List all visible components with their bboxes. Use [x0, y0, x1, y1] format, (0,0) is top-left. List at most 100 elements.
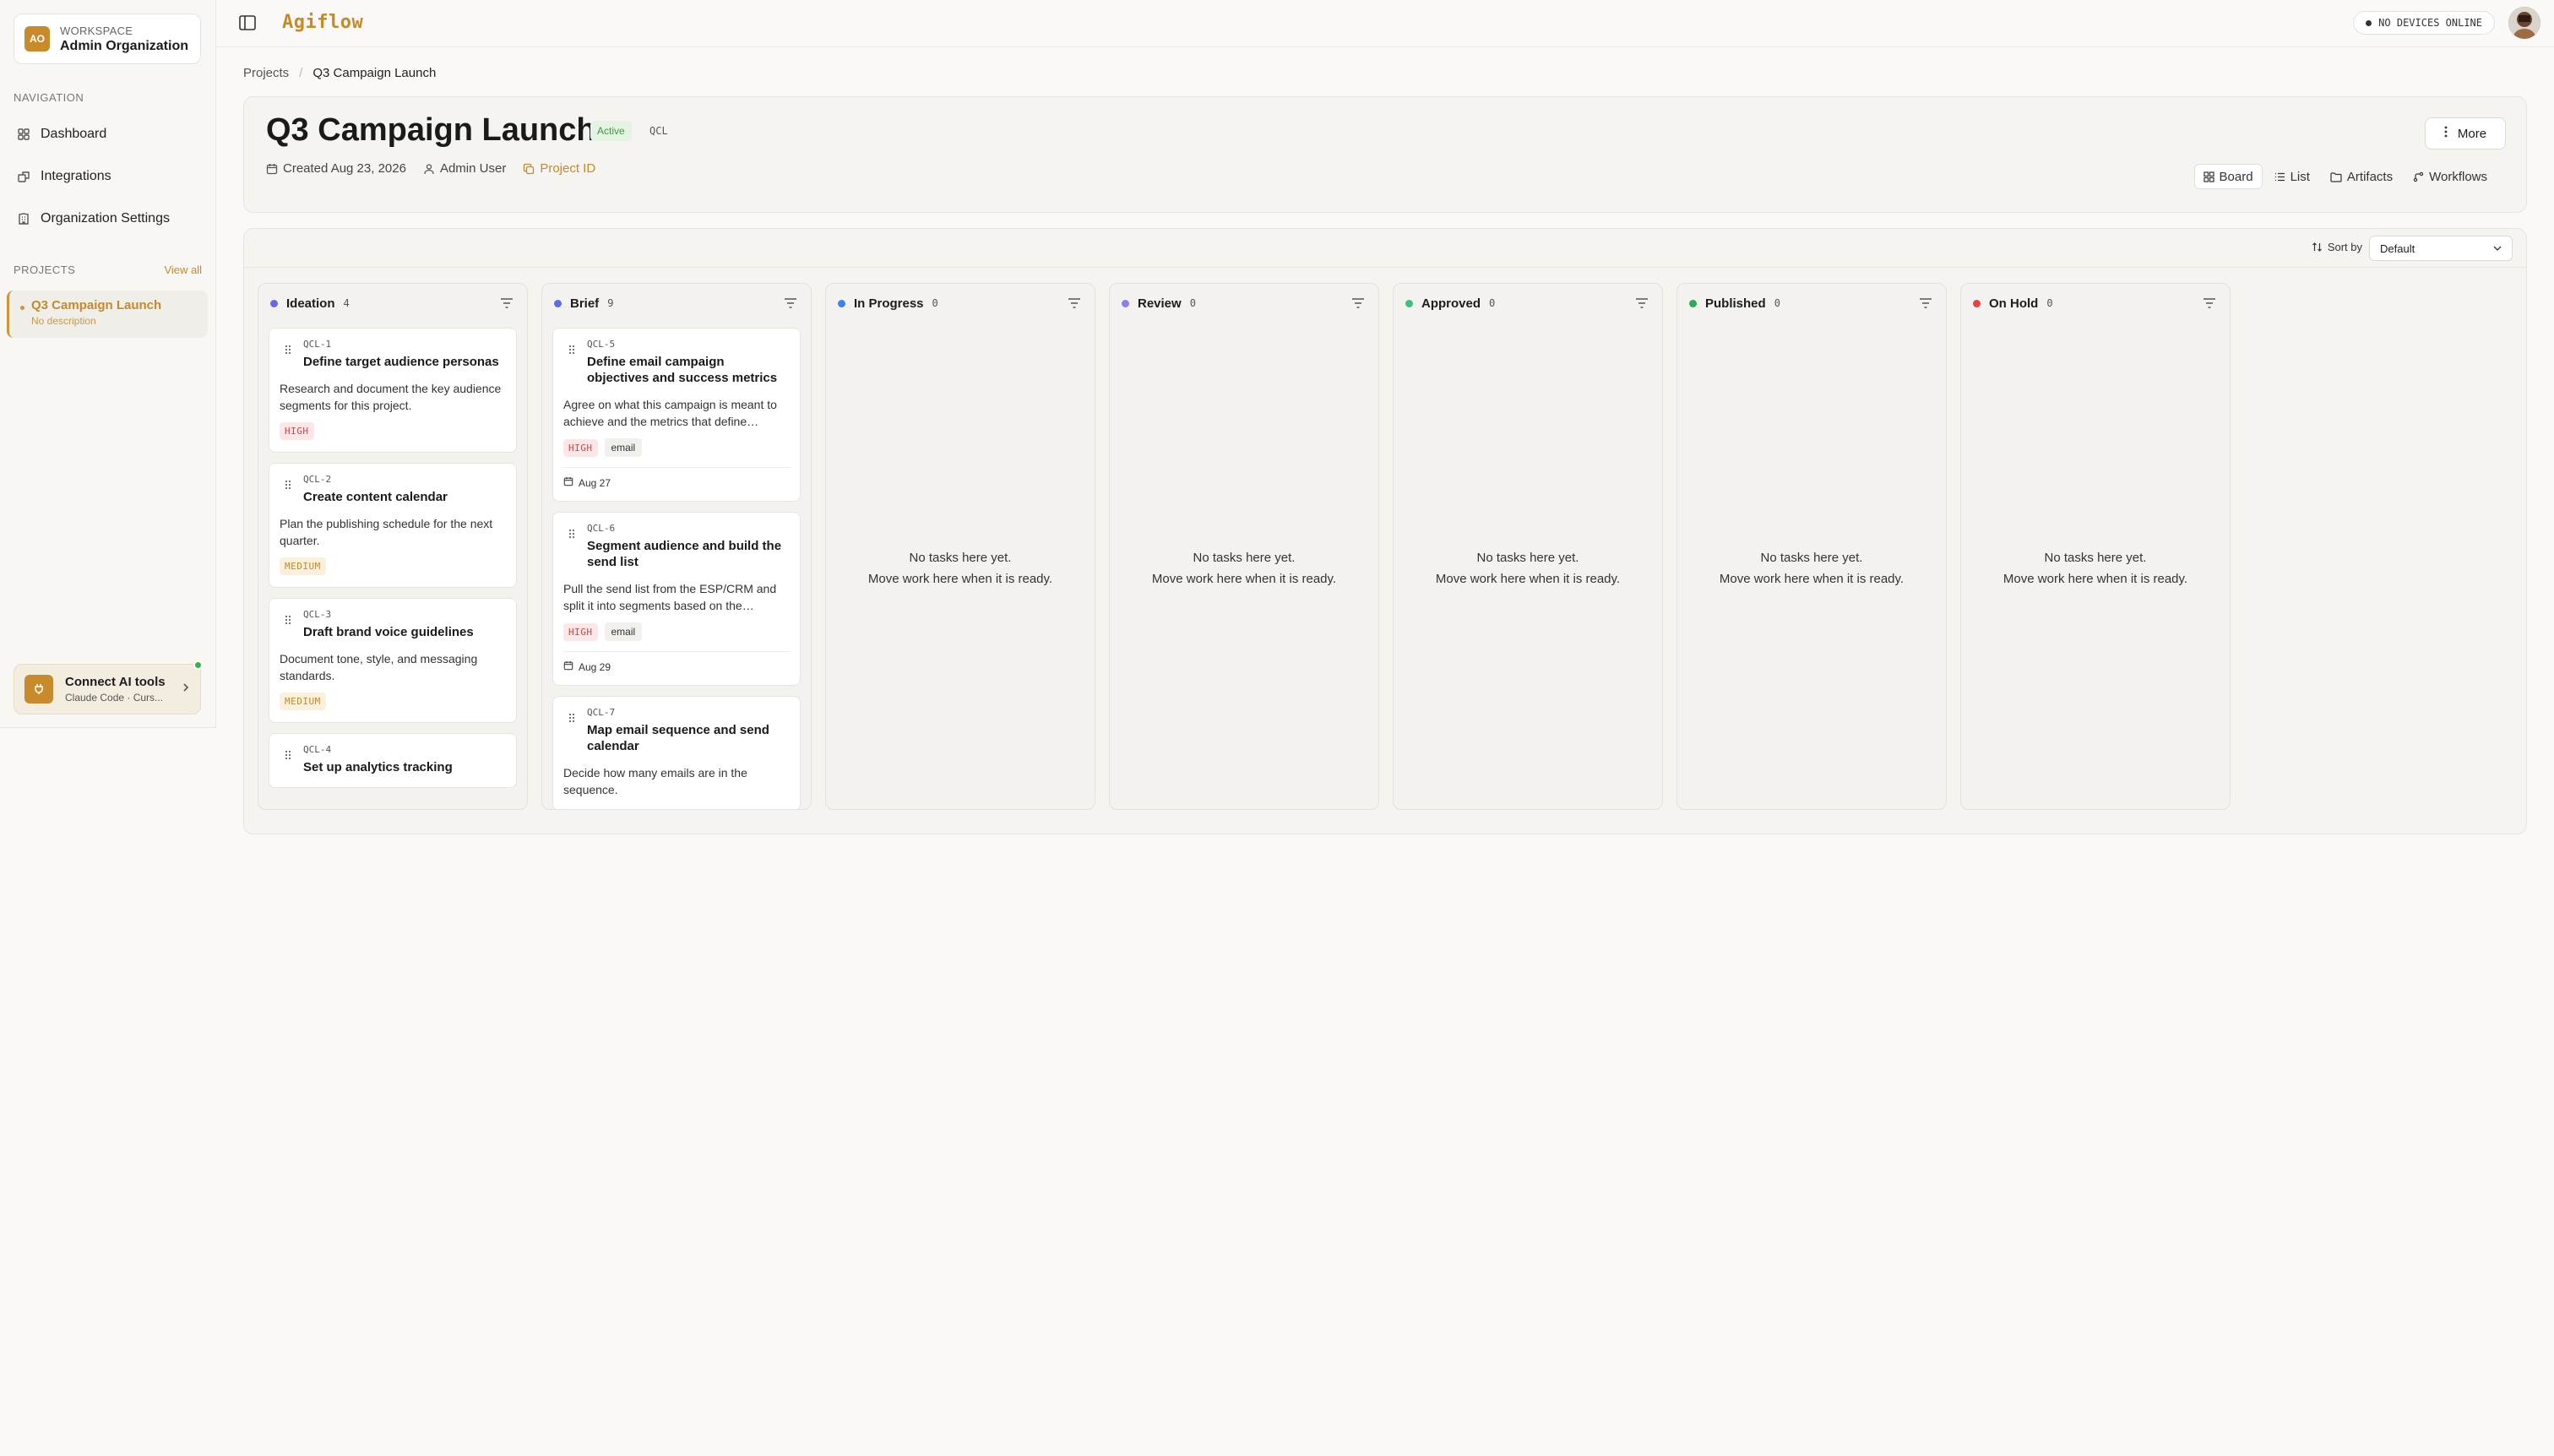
- filter-icon[interactable]: [1919, 297, 1932, 309]
- column-task-list: QCL-5 Define email campaign objectives an…: [542, 323, 811, 809]
- drag-handle-icon[interactable]: [568, 528, 575, 539]
- column-title: Review: [1138, 296, 1182, 311]
- sidebar-project-item[interactable]: Q3 Campaign Launch No description: [7, 291, 208, 338]
- more-button-label: More: [2457, 126, 2487, 141]
- empty-state-line: No tasks here yet.: [2044, 551, 2147, 565]
- projects-heading: Projects: [14, 263, 76, 276]
- task-label: email: [604, 622, 643, 641]
- tab-list[interactable]: List: [2266, 164, 2318, 189]
- breadcrumb-projects-link[interactable]: Projects: [243, 66, 289, 80]
- empty-state-line: Move work here when it is ready.: [2002, 572, 2188, 586]
- user-avatar[interactable]: [2508, 7, 2540, 39]
- filter-icon[interactable]: [784, 297, 797, 309]
- view-all-projects-link[interactable]: View all: [164, 263, 202, 276]
- column-status-dot: [270, 299, 278, 307]
- task-key: QCL-1: [303, 339, 332, 350]
- column-header: Review 0: [1110, 284, 1378, 323]
- column-title: In Progress: [854, 296, 924, 311]
- task-card[interactable]: QCL-6 Segment audience and build the send…: [552, 512, 801, 686]
- task-key: QCL-2: [303, 474, 332, 485]
- task-due-date: Aug 27: [563, 467, 790, 489]
- column-count: 0: [932, 297, 938, 309]
- sidebar-toggle-icon[interactable]: [238, 14, 257, 32]
- empty-state-line: Move work here when it is ready.: [867, 572, 1053, 586]
- sort-select[interactable]: Default: [2369, 236, 2513, 261]
- connect-subtitle: Claude Code · Curs...: [65, 692, 164, 704]
- filter-icon[interactable]: [2203, 297, 2216, 309]
- board-column-on-hold: On Hold 0 No tasks here yet. Move work here…: [1960, 283, 2231, 810]
- tab-artifacts[interactable]: Artifacts: [2322, 164, 2401, 189]
- task-card[interactable]: QCL-1 Define target audience personas Rese…: [269, 328, 517, 453]
- task-card[interactable]: QCL-3 Draft brand voice guidelines Documen…: [269, 598, 517, 723]
- filter-icon[interactable]: [1068, 297, 1081, 309]
- sidebar-item-integrations[interactable]: Integrations: [14, 160, 201, 193]
- empty-state-line: Move work here when it is ready.: [1719, 572, 1905, 586]
- column-title: Published: [1705, 296, 1766, 311]
- column-header: Ideation 4: [258, 284, 527, 323]
- column-status-dot: [1973, 299, 1981, 307]
- tab-label: Artifacts: [2346, 169, 2394, 184]
- task-title: Create content calendar: [303, 490, 448, 504]
- task-description: Plan the publishing schedule for the nex…: [280, 517, 493, 547]
- drag-handle-icon[interactable]: [568, 344, 575, 355]
- column-status-dot: [1689, 299, 1697, 307]
- tab-label: Workflows: [2429, 169, 2487, 184]
- created-date: Created Aug 23, 2026: [266, 161, 406, 176]
- drag-handle-icon[interactable]: [568, 712, 575, 723]
- task-card[interactable]: QCL-7 Map email sequence and send calenda…: [552, 696, 801, 809]
- drag-handle-icon[interactable]: [285, 344, 291, 355]
- more-button[interactable]: More: [2425, 117, 2506, 149]
- sidebar-item-organization-settings[interactable]: Organization Settings: [14, 202, 201, 236]
- chevron-down-icon: [2493, 246, 2502, 251]
- sort-select-value: Default: [2380, 242, 2415, 255]
- connect-ai-tools-card[interactable]: Connect AI tools Claude Code · Curs...: [14, 664, 201, 714]
- tab-workflows[interactable]: Workflows: [2405, 164, 2496, 189]
- breadcrumb-current: Q3 Campaign Launch: [312, 66, 437, 80]
- tab-label: List: [2290, 169, 2310, 184]
- list-icon: [2274, 172, 2285, 181]
- tab-label: Board: [2219, 169, 2253, 184]
- column-count: 4: [343, 297, 350, 309]
- workspace-avatar: AO: [24, 26, 50, 52]
- board-column-published: Published 0 No tasks here yet. Move work he…: [1676, 283, 1947, 810]
- filter-icon[interactable]: [1635, 297, 1649, 309]
- app-logo[interactable]: Agiflow: [282, 12, 363, 33]
- filter-icon[interactable]: [1351, 297, 1365, 309]
- copy-project-id-button[interactable]: Project ID: [523, 161, 595, 176]
- workflow-icon: [2413, 171, 2424, 182]
- board-column-brief: Brief 9 QCL-5 Define email campaign objecti…: [541, 283, 812, 810]
- task-key: QCL-3: [303, 609, 332, 620]
- task-tags: HIGH email: [563, 438, 790, 457]
- task-card[interactable]: QCL-4 Set up analytics tracking: [269, 733, 517, 788]
- column-status-dot: [1405, 299, 1413, 307]
- user-icon: [424, 163, 434, 174]
- task-key: QCL-4: [303, 744, 332, 755]
- filter-icon[interactable]: [500, 297, 514, 309]
- project-id-label: Project ID: [540, 161, 596, 176]
- sidebar-item-label: Organization Settings: [41, 211, 170, 225]
- column-header: On Hold 0: [1961, 284, 2230, 323]
- task-key: QCL-6: [587, 523, 616, 534]
- tab-board[interactable]: Board: [2193, 164, 2263, 189]
- sidebar-item-label: Dashboard: [41, 127, 107, 141]
- drag-handle-icon[interactable]: [285, 479, 291, 490]
- sidebar-item-dashboard[interactable]: Dashboard: [14, 117, 201, 151]
- drag-handle-icon[interactable]: [285, 614, 291, 625]
- column-count: 0: [1489, 297, 1496, 309]
- project-meta: Created Aug 23, 2026 Admin User Project …: [266, 161, 595, 176]
- task-card[interactable]: QCL-2 Create content calendar Plan the pub…: [269, 463, 517, 588]
- board-column-in-progress: In Progress 0 No tasks here yet. Move work …: [825, 283, 1095, 810]
- drag-handle-icon[interactable]: [285, 749, 291, 760]
- task-description: Decide how many emails are in the sequen…: [563, 766, 747, 796]
- workspace-switcher[interactable]: AO Workspace Admin Organization: [14, 14, 201, 64]
- workspace-name: Admin Organization: [60, 38, 188, 53]
- column-status-dot: [838, 299, 845, 307]
- column-empty-state: No tasks here yet. Move work here when it…: [826, 547, 1095, 589]
- sort-icon: [2312, 242, 2322, 252]
- empty-state-line: No tasks here yet.: [1193, 551, 1296, 565]
- task-card[interactable]: QCL-5 Define email campaign objectives an…: [552, 328, 801, 502]
- devices-status-badge[interactable]: NO DEVICES ONLINE: [2353, 11, 2495, 35]
- column-empty-state: No tasks here yet. Move work here when it…: [1677, 547, 1946, 589]
- grid-icon: [17, 128, 30, 141]
- priority-badge: HIGH: [280, 422, 314, 440]
